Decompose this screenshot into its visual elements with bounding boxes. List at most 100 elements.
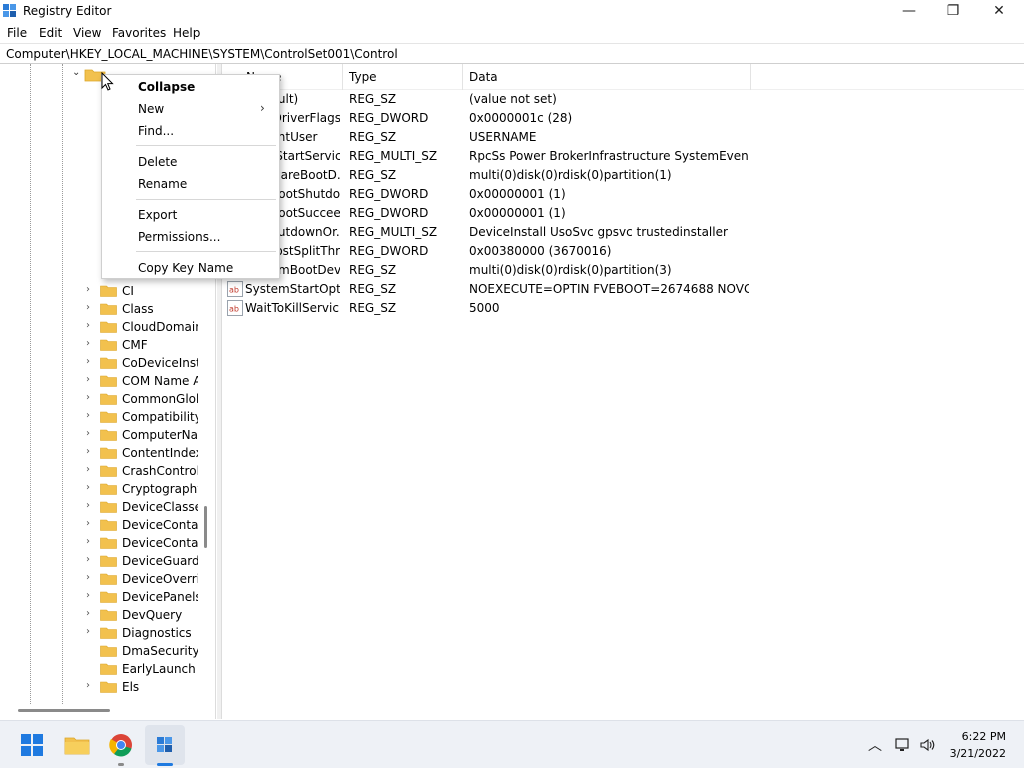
tree-item[interactable]: › CrashControl	[86, 462, 206, 480]
tree-item[interactable]: › DevicePanels	[86, 588, 206, 606]
menu-item-copy-key-name[interactable]: Copy Key Name	[102, 258, 279, 278]
file-explorer-icon[interactable]	[61, 729, 93, 761]
registry-value-row[interactable]: abSystemBootDevi...REG_SZmulti(0)disk(0)…	[222, 261, 1024, 280]
tree-item[interactable]: › ContentIndex	[86, 444, 206, 462]
chevron-right-icon[interactable]: ›	[86, 446, 98, 457]
column-divider[interactable]	[342, 64, 343, 90]
minimize-button[interactable]: —	[886, 0, 932, 22]
start-windows-icon[interactable]	[16, 729, 48, 761]
chevron-right-icon[interactable]: ›	[86, 680, 98, 691]
registry-value-row[interactable]: abCurrentUserREG_SZUSERNAME	[222, 128, 1024, 147]
value-data: RpcSs Power BrokerInfrastructure SystemE…	[469, 149, 749, 163]
value-data: 0x0000001c (28)	[469, 111, 573, 125]
tree-item[interactable]: › Diagnostics	[86, 624, 206, 642]
tree-item[interactable]: › DeviceOverrid	[86, 570, 206, 588]
chevron-right-icon[interactable]: ›	[86, 500, 98, 511]
tree-item[interactable]: › CoDeviceInsta	[86, 354, 206, 372]
chevron-right-icon[interactable]: ›	[86, 302, 98, 313]
tree-item-label: ComputerNan	[122, 428, 198, 442]
chevron-right-icon[interactable]: ›	[86, 536, 98, 547]
tree-scroll-thumb[interactable]	[204, 506, 207, 548]
chevron-right-icon[interactable]: ›	[86, 392, 98, 403]
registry-value-row[interactable]: abEarlyStartServicesREG_MULTI_SZRpcSs Po…	[222, 147, 1024, 166]
menu-item-find[interactable]: Find...	[102, 121, 279, 141]
tree-item[interactable]: › CloudDomain.	[86, 318, 206, 336]
tree-item[interactable]: › Compatibility	[86, 408, 206, 426]
menu-item-permissions[interactable]: Permissions...	[102, 227, 279, 247]
chevron-right-icon[interactable]: ›	[86, 482, 98, 493]
chrome-icon[interactable]	[105, 729, 137, 761]
tree-item[interactable]: › ComputerNan	[86, 426, 206, 444]
chevron-right-icon[interactable]: ›	[86, 320, 98, 331]
value-data: multi(0)disk(0)rdisk(0)partition(3)	[469, 263, 672, 277]
menu-view[interactable]: View	[73, 26, 101, 40]
registry-value-row[interactable]: abFirmwareBootD...REG_SZmulti(0)disk(0)r…	[222, 166, 1024, 185]
registry-value-row[interactable]: abBootDriverFlagsREG_DWORD0x0000001c (28…	[222, 109, 1024, 128]
menu-favorites[interactable]: Favorites	[112, 26, 166, 40]
menu-help[interactable]: Help	[173, 26, 200, 40]
menu-edit[interactable]: Edit	[39, 26, 62, 40]
registry-value-row[interactable]: abPreshutdownOr...REG_MULTI_SZDeviceInst…	[222, 223, 1024, 242]
network-icon[interactable]	[895, 737, 911, 753]
chevron-right-icon[interactable]: ›	[86, 554, 98, 565]
value-type: REG_SZ	[349, 282, 397, 296]
maximize-button[interactable]: ❐	[930, 0, 976, 22]
chevron-right-icon[interactable]: ›	[86, 338, 98, 349]
tree-item[interactable]: › DeviceGuard	[86, 552, 206, 570]
chevron-right-icon[interactable]: ›	[86, 518, 98, 529]
tree-item[interactable]: › CI	[86, 282, 206, 300]
registry-editor-taskbar-icon[interactable]	[149, 729, 181, 761]
chevron-right-icon[interactable]: ›	[86, 356, 98, 367]
close-button[interactable]: ✕	[976, 0, 1022, 22]
chevron-right-icon[interactable]: ›	[86, 572, 98, 583]
clock-date[interactable]: 3/21/2022	[936, 747, 1006, 760]
menu-item-export[interactable]: Export	[102, 205, 279, 225]
tree-item[interactable]: › DeviceContair	[86, 534, 206, 552]
clock-time[interactable]: 6:22 PM	[936, 730, 1006, 743]
tree-item[interactable]: EarlyLaunch	[86, 660, 206, 678]
tree-item[interactable]: › DeviceClasses	[86, 498, 206, 516]
registry-value-row[interactable]: ab SystemStartOpti... REG_SZ NOEXECUTE=OPT…	[222, 280, 1024, 299]
registry-value-row[interactable]: ab WaitToKillServic... REG_SZ 5000	[222, 299, 1024, 318]
registry-value-row[interactable]: abLastBootSuccee...REG_DWORD0x00000001 (…	[222, 204, 1024, 223]
menu-item-rename[interactable]: Rename	[102, 174, 279, 194]
menu-item-new[interactable]: New ›	[102, 99, 279, 119]
column-divider[interactable]	[462, 64, 463, 90]
column-header-data[interactable]: Data	[469, 70, 498, 84]
column-header-type[interactable]: Type	[349, 70, 377, 84]
menu-file[interactable]: File	[7, 26, 27, 40]
tree-item[interactable]: › DevQuery	[86, 606, 206, 624]
menu-item-delete[interactable]: Delete	[102, 152, 279, 172]
tree-item[interactable]: › CMF	[86, 336, 206, 354]
tree-item[interactable]: › CommonGlob	[86, 390, 206, 408]
chevron-right-icon[interactable]: ›	[86, 590, 98, 601]
chevron-right-icon[interactable]: ›	[86, 374, 98, 385]
volume-icon[interactable]	[919, 737, 935, 753]
chevron-right-icon[interactable]: ›	[86, 608, 98, 619]
tree-item-label: DeviceGuard	[122, 554, 198, 568]
menu-item-collapse[interactable]: Collapse	[102, 77, 279, 97]
registry-value-row[interactable]: abSvcHostSplitThr...REG_DWORD0x00380000 …	[222, 242, 1024, 261]
column-divider[interactable]	[750, 64, 751, 90]
chevron-right-icon[interactable]: ›	[86, 626, 98, 637]
address-bar[interactable]: Computer\HKEY_LOCAL_MACHINE\SYSTEM\Contr…	[0, 43, 1024, 64]
tree-item[interactable]: › COM Name A	[86, 372, 206, 390]
chevron-right-icon[interactable]: ›	[86, 410, 98, 421]
chevron-up-icon[interactable]: ︿	[868, 735, 882, 755]
tree-item[interactable]: › Els	[86, 678, 206, 696]
tree-hscroll-thumb[interactable]	[18, 709, 110, 712]
chevron-right-icon[interactable]: ›	[86, 464, 98, 475]
folder-icon	[100, 429, 117, 441]
tree-item[interactable]: › Cryptography	[86, 480, 206, 498]
address-path[interactable]: Computer\HKEY_LOCAL_MACHINE\SYSTEM\Contr…	[6, 47, 398, 61]
chevron-right-icon[interactable]: ›	[86, 428, 98, 439]
registry-value-row[interactable]: ab(Default)REG_SZ(value not set)	[222, 90, 1024, 109]
chevron-down-icon[interactable]: ⌄	[72, 67, 80, 78]
tree-item[interactable]: DmaSecurity	[86, 642, 206, 660]
values-list-pane[interactable]: Name Type Data ab(Default)REG_SZ(value n…	[221, 64, 1024, 719]
chevron-right-icon[interactable]: ›	[86, 284, 98, 295]
folder-icon	[100, 537, 117, 549]
tree-item[interactable]: › DeviceContair	[86, 516, 206, 534]
tree-item[interactable]: › Class	[86, 300, 206, 318]
registry-value-row[interactable]: abLastBootShutdo...REG_DWORD0x00000001 (…	[222, 185, 1024, 204]
